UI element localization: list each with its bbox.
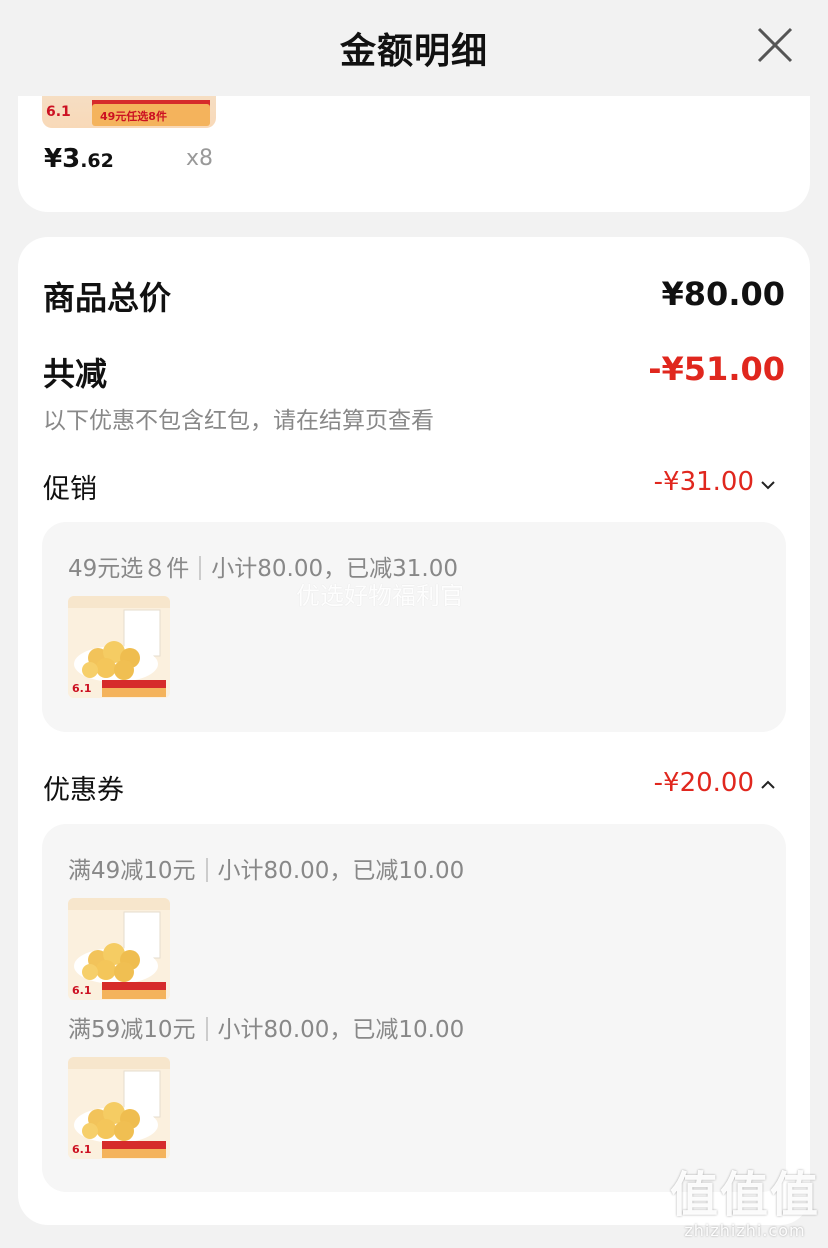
banana-chips-image: 6.1 bbox=[68, 596, 170, 698]
thumb-band-text: 49元任选8件 bbox=[100, 110, 167, 123]
thumb-price-tag: 6.1 bbox=[46, 104, 71, 120]
total-label: 商品总价 bbox=[43, 279, 172, 317]
sheet-header: 金额明细 bbox=[0, 0, 828, 96]
total-value: ¥80.00 bbox=[661, 275, 785, 313]
svg-text:6.1: 6.1 bbox=[72, 682, 92, 695]
svg-text:6.1: 6.1 bbox=[72, 1143, 92, 1156]
promo-value[interactable]: -¥31.00 bbox=[654, 467, 754, 497]
unit-price-decimal: .62 bbox=[80, 150, 114, 172]
site-watermark: 值值值 zhizhizhi.com bbox=[670, 1169, 820, 1240]
unit-price: ¥3.62 bbox=[44, 144, 114, 174]
promo-label[interactable]: 促销 bbox=[43, 467, 97, 506]
coupon-detail: 小计80.00，已减10.00 bbox=[217, 1017, 465, 1043]
coupon-detail-box: 满49减10元 小计80.00，已减10.00 6.1 满59减10元 小计80.0… bbox=[42, 824, 786, 1192]
coupon-rule: 满59减10元 bbox=[68, 1017, 196, 1043]
close-icon[interactable] bbox=[756, 26, 794, 64]
product-thumbnail[interactable]: 6.1 bbox=[68, 898, 170, 1000]
product-thumbnail[interactable]: 6.1 bbox=[68, 596, 170, 698]
banana-chips-image: 6.1 bbox=[68, 1057, 170, 1159]
watermark-text: 优选好物福利官 bbox=[296, 582, 464, 610]
sheet-title: 金额明细 bbox=[339, 31, 488, 72]
promo-rule: 49元选８件 bbox=[68, 556, 190, 582]
coupon-rule-line: 满49减10元 小计80.00，已减10.00 bbox=[68, 851, 464, 885]
reduce-value: -¥51.00 bbox=[648, 350, 785, 388]
product-thumbnail[interactable]: 6.1 bbox=[68, 1057, 170, 1159]
site-watermark-name: 值值值 bbox=[669, 1167, 820, 1223]
banana-chips-image: 6.1 bbox=[68, 898, 170, 1000]
svg-text:6.1: 6.1 bbox=[72, 984, 92, 997]
divider bbox=[205, 1017, 208, 1041]
chevron-down-icon[interactable] bbox=[760, 480, 776, 490]
divider bbox=[199, 556, 202, 580]
divider bbox=[205, 858, 208, 882]
discount-note: 以下优惠不包含红包，请在结算页查看 bbox=[43, 408, 434, 434]
coupon-detail: 小计80.00，已减10.00 bbox=[217, 858, 465, 884]
coupon-label[interactable]: 优惠券 bbox=[43, 768, 124, 807]
promo-detail-box: 49元选８件 小计80.00，已减31.00 6.1 bbox=[42, 522, 786, 732]
amount-detail-card: 商品总价 ¥80.00 共减 -¥51.00 以下优惠不包含红包，请在结算页查看… bbox=[18, 237, 810, 1225]
coupon-value[interactable]: -¥20.00 bbox=[654, 768, 754, 798]
coupon-rule: 满49减10元 bbox=[68, 858, 196, 884]
site-watermark-url: zhizhizhi.com bbox=[684, 1221, 806, 1240]
quantity: x8 bbox=[186, 146, 214, 171]
coupon-rule-line: 满59减10元 小计80.00，已减10.00 bbox=[68, 1010, 464, 1044]
reduce-label: 共减 bbox=[43, 355, 108, 393]
unit-price-main: ¥3 bbox=[44, 144, 81, 174]
chevron-up-icon[interactable] bbox=[760, 780, 776, 790]
